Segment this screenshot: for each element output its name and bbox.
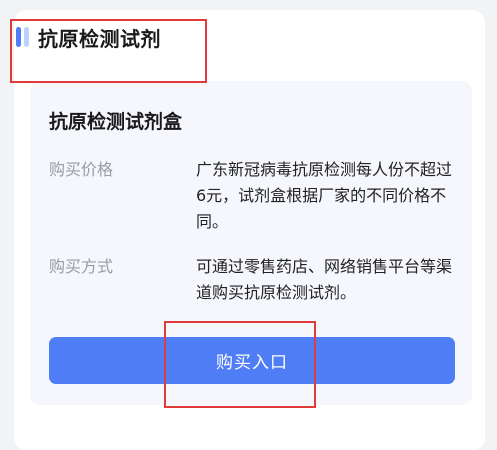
price-row: 购买价格 广东新冠病毒抗原检测每人份不超过6元，试剂盒根据厂家的不同价格不同。 xyxy=(49,157,458,235)
button-highlight-box xyxy=(164,321,316,408)
title-highlight-box xyxy=(10,19,207,83)
method-label: 购买方式 xyxy=(49,257,114,276)
method-row: 购买方式 可通过零售药店、网络销售平台等渠道购买抗原检测试剂。 xyxy=(49,254,458,306)
panel-title: 抗原检测试剂盒 xyxy=(49,111,183,133)
price-label: 购买价格 xyxy=(49,160,114,179)
method-value: 可通过零售药店、网络销售平台等渠道购买抗原检测试剂。 xyxy=(196,257,453,302)
price-value: 广东新冠病毒抗原检测每人份不超过6元，试剂盒根据厂家的不同价格不同。 xyxy=(196,160,453,231)
